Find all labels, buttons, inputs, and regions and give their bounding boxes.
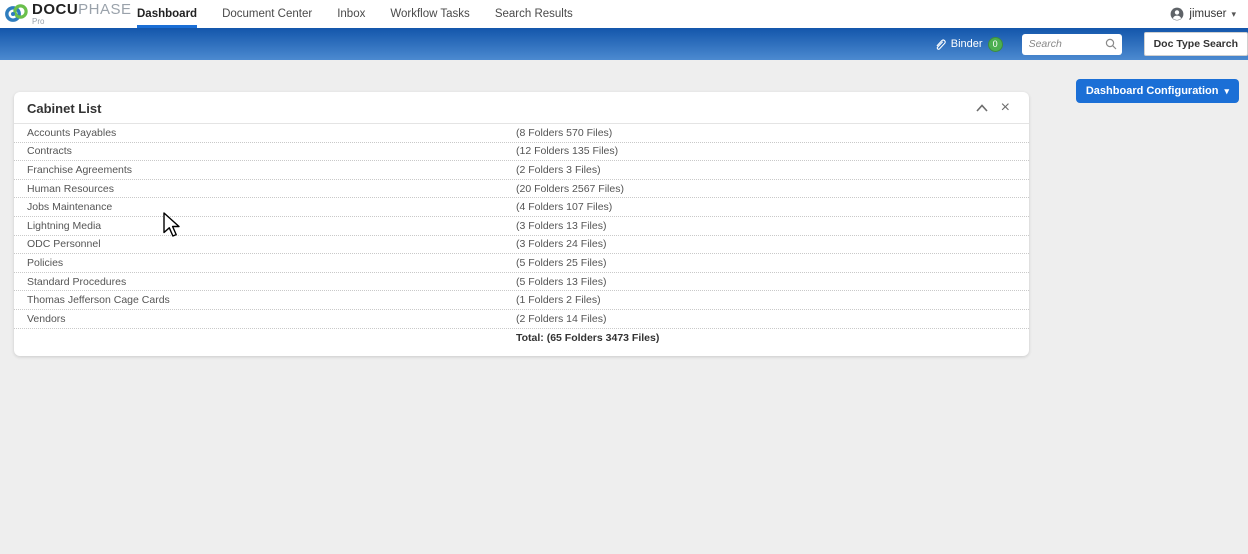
nav-tab-label: Inbox: [337, 8, 365, 20]
cabinet-count: (5 Folders 25 Files): [516, 257, 1016, 269]
cabinet-row[interactable]: Standard Procedures (5 Folders 13 Files): [14, 273, 1029, 292]
nav-tab-label: Document Center: [222, 8, 312, 20]
cabinet-count: (2 Folders 14 Files): [516, 313, 1016, 325]
nav-tab-label: Workflow Tasks: [390, 8, 469, 20]
nav-tab-search-results[interactable]: Search Results: [495, 0, 573, 28]
cabinet-name: Vendors: [27, 313, 516, 325]
cabinet-name: Thomas Jefferson Cage Cards: [27, 294, 516, 306]
nav-tab-label: Search Results: [495, 8, 573, 20]
cabinet-name: Standard Procedures: [27, 276, 516, 288]
cabinet-row[interactable]: Accounts Payables (8 Folders 570 Files): [14, 124, 1029, 143]
nav-tab-dashboard[interactable]: Dashboard: [137, 0, 197, 28]
cabinet-name: Human Resources: [27, 183, 516, 195]
cabinet-count: (2 Folders 3 Files): [516, 164, 1016, 176]
main-nav: Dashboard Document Center Inbox Workflow…: [137, 0, 573, 28]
search-icon[interactable]: [1105, 38, 1117, 50]
logo-brand-light: PHASE: [78, 1, 131, 18]
panel-title: Cabinet List: [27, 101, 101, 116]
logo-text: DOCUPHASE Pro: [32, 2, 132, 26]
cabinet-row[interactable]: Jobs Maintenance (4 Folders 107 Files): [14, 198, 1029, 217]
docuphase-logo-icon: [4, 2, 29, 26]
cabinet-name: ODC Personnel: [27, 238, 516, 250]
cabinet-name: Policies: [27, 257, 516, 269]
cabinet-count: (3 Folders 24 Files): [516, 238, 1016, 250]
cabinet-count: (12 Folders 135 Files): [516, 145, 1016, 157]
cabinet-row[interactable]: Policies (5 Folders 25 Files): [14, 254, 1029, 273]
paperclip-icon: [934, 38, 946, 51]
dashboard-configuration-button[interactable]: Dashboard Configuration ▾: [1076, 79, 1239, 103]
cabinet-count: (20 Folders 2567 Files): [516, 183, 1016, 195]
cabinet-list-body: Accounts Payables (8 Folders 570 Files) …: [14, 123, 1029, 329]
doc-type-search-button[interactable]: Doc Type Search: [1144, 32, 1248, 56]
dashboard-configuration-label: Dashboard Configuration: [1086, 85, 1219, 97]
cabinet-count: (5 Folders 13 Files): [516, 276, 1016, 288]
user-caret-icon: ▾: [1231, 10, 1236, 19]
app-screen: DOCUPHASE Pro Dashboard Document Center …: [0, 0, 1248, 554]
cabinet-total: Total: (65 Folders 3473 Files): [516, 332, 659, 344]
nav-tab-workflow-tasks[interactable]: Workflow Tasks: [390, 0, 469, 28]
cabinet-count: (3 Folders 13 Files): [516, 220, 1016, 232]
cabinet-name: Franchise Agreements: [27, 164, 516, 176]
cabinet-total-row: Total: (65 Folders 3473 Files): [14, 329, 1029, 348]
cabinet-name: Contracts: [27, 145, 516, 157]
cabinet-row[interactable]: Thomas Jefferson Cage Cards (1 Folders 2…: [14, 291, 1029, 310]
cabinet-list-panel: Cabinet List × Accounts Payables (8 Fold…: [14, 92, 1029, 356]
binder-count-badge: 0: [988, 37, 1003, 52]
blue-toolbar: Binder 0 Doc Type Search: [0, 28, 1248, 60]
docuphase-logo[interactable]: DOCUPHASE Pro: [4, 2, 132, 26]
cabinet-name: Jobs Maintenance: [27, 201, 516, 213]
user-name: jimuser: [1189, 8, 1226, 20]
collapse-panel-icon[interactable]: [976, 104, 988, 112]
dashboard-configuration-caret-icon: ▾: [1224, 87, 1229, 96]
cabinet-list-header: Cabinet List ×: [14, 92, 1029, 123]
cabinet-row[interactable]: Lightning Media (3 Folders 13 Files): [14, 217, 1029, 236]
binder-label: Binder: [951, 38, 983, 50]
user-avatar-icon: [1170, 7, 1184, 21]
top-header-bar: DOCUPHASE Pro Dashboard Document Center …: [0, 0, 1248, 28]
cabinet-row[interactable]: Vendors (2 Folders 14 Files): [14, 310, 1029, 329]
cabinet-name: Accounts Payables: [27, 127, 516, 139]
close-panel-icon[interactable]: ×: [1001, 100, 1010, 116]
search-box: [1022, 34, 1122, 55]
cabinet-count: (4 Folders 107 Files): [516, 201, 1016, 213]
logo-edition: Pro: [32, 18, 132, 26]
cabinet-name: Lightning Media: [27, 220, 516, 232]
nav-tab-document-center[interactable]: Document Center: [222, 0, 312, 28]
logo-brand-bold: DOCU: [32, 1, 78, 18]
cabinet-row[interactable]: Franchise Agreements (2 Folders 3 Files): [14, 161, 1029, 180]
cabinet-row[interactable]: Contracts (12 Folders 135 Files): [14, 143, 1029, 162]
cabinet-row[interactable]: Human Resources (20 Folders 2567 Files): [14, 180, 1029, 199]
nav-tab-inbox[interactable]: Inbox: [337, 0, 365, 28]
cabinet-count: (8 Folders 570 Files): [516, 127, 1016, 139]
nav-tab-label: Dashboard: [137, 8, 197, 20]
binder-button[interactable]: Binder 0: [934, 37, 1003, 52]
cabinet-count: (1 Folders 2 Files): [516, 294, 1016, 306]
user-menu[interactable]: jimuser ▾: [1170, 0, 1236, 28]
cabinet-row[interactable]: ODC Personnel (3 Folders 24 Files): [14, 236, 1029, 255]
